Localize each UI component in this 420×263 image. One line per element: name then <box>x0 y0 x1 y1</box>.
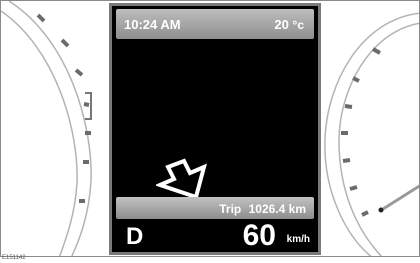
left-gauge <box>1 1 92 256</box>
trip-display: Trip 1026.4 km <box>219 202 306 216</box>
center-display: 10:24 AM 20 °c Trip 1026.4 km D 60 km/h <box>109 3 321 255</box>
speed-unit: km/h <box>286 234 310 245</box>
gear-indicator: D <box>126 223 144 250</box>
trip-bar: Trip 1026.4 km <box>116 197 314 219</box>
drive-info: D 60 km/h <box>112 219 318 252</box>
figure-code: E151142 <box>2 255 26 261</box>
temperature-unit: °c <box>292 18 304 32</box>
temperature-value: 20 <box>274 17 289 32</box>
clock: 10:24 AM <box>124 17 181 32</box>
trip-label: Trip <box>219 202 242 216</box>
right-gauge-ticks <box>341 47 381 217</box>
speed-value: 60 <box>242 219 276 252</box>
outside-temperature: 20 °c <box>274 17 304 32</box>
figure-frame: 10:24 AM 20 °c Trip 1026.4 km D 60 km/h <box>0 0 420 257</box>
status-bar: 10:24 AM 20 °c <box>116 9 314 39</box>
instrument-cluster-figure: 10:24 AM 20 °c Trip 1026.4 km D 60 km/h … <box>0 0 420 263</box>
right-gauge <box>324 12 419 256</box>
trip-value: 1026.4 km <box>248 202 306 216</box>
turn-arrow-icon <box>154 149 228 201</box>
left-gauge-ticks <box>36 13 91 203</box>
needle <box>378 184 419 213</box>
